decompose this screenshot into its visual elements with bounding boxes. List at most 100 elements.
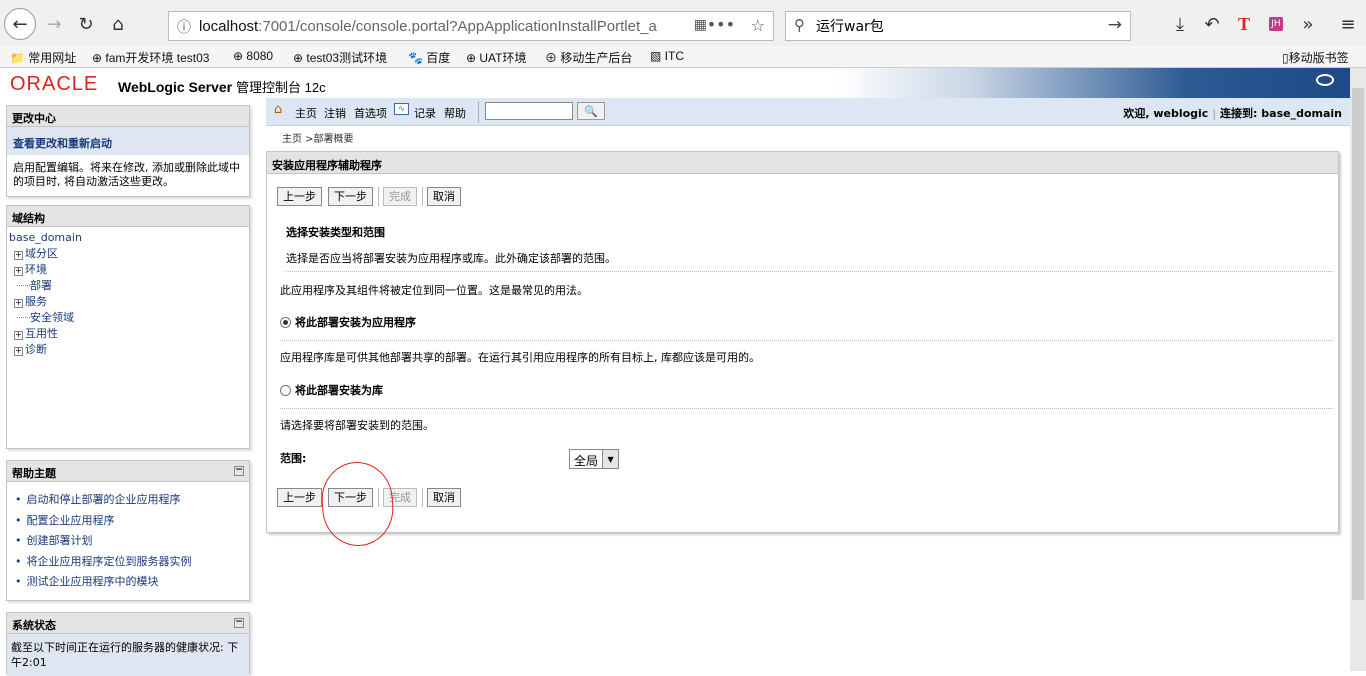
minimize-icon[interactable]: − [234, 618, 244, 628]
url-bar[interactable]: ⓘ localhost:7001/console/console.portal?… [168, 11, 774, 41]
forward-arrow-icon[interactable]: → [40, 10, 68, 38]
change-center-panel: 更改中心 查看更改和重新启动 启用配置编辑。将来在修改, 添加或删除此域中的项目… [6, 105, 250, 197]
info-icon[interactable]: ⓘ [177, 17, 191, 37]
record-link[interactable]: 记录 [414, 105, 436, 121]
preferences-link[interactable]: 首选项 [354, 105, 387, 121]
bookmark-4[interactable]: 🐾 百度 [408, 49, 450, 66]
console-toolbar: ⌂ 主页 注销 首选项 ∿ 记录 帮助 🔍 欢迎, weblogic | 连接到: … [266, 98, 1350, 126]
tree-node-services[interactable]: + 服务 [14, 294, 247, 310]
option-application[interactable]: 将此部署安装为应用程序 [280, 314, 1333, 341]
back-button-bottom[interactable]: 上一步 [277, 488, 322, 507]
tree-node-diagnostics[interactable]: + 诊断 [14, 342, 247, 358]
tree-node-partitions[interactable]: + 域分区 [14, 246, 247, 262]
domain-structure-title: 域结构 [7, 206, 249, 227]
mobile-bookmarks[interactable]: ▯移动版书签 [1282, 49, 1349, 66]
undo-icon[interactable]: ↶ [1198, 10, 1226, 38]
bookmark-7[interactable]: ▧ ITC [650, 49, 684, 63]
scope-value: 全局 [574, 454, 599, 468]
home-icon[interactable]: ⌂ [274, 102, 282, 117]
search-button[interactable]: 🔍 [577, 102, 605, 120]
qr-code-icon[interactable]: ▦ [694, 17, 707, 33]
oracle-o-icon [1316, 74, 1334, 86]
radio-library[interactable] [280, 385, 291, 396]
button-divider [378, 187, 379, 206]
scope-select[interactable]: 全局 ▼ [569, 449, 620, 469]
help-list: 启动和停止部署的企业应用程序 配置企业应用程序 创建部署计划 将企业应用程序定位… [7, 482, 249, 597]
change-center-title: 更改中心 [7, 106, 249, 127]
toolbar-divider [478, 101, 479, 123]
cancel-button-bottom[interactable]: 取消 [427, 488, 461, 507]
help-item[interactable]: 创建部署计划 [15, 531, 241, 552]
menu-icon[interactable]: ≡ [1334, 10, 1362, 38]
bookmark-3[interactable]: ⊕ test03测试环境 [293, 49, 387, 66]
search-input[interactable]: ⚲ 运行war包 → [785, 11, 1131, 41]
view-changes-link[interactable]: 查看更改和重新启动 [7, 127, 249, 155]
bookmark-0[interactable]: 📁 常用网址 [10, 49, 76, 66]
change-center-text: 启用配置编辑。将来在修改, 添加或删除此域中的项目时, 将自动激活这些更改。 [7, 155, 249, 195]
tree-node-deployments[interactable]: 部署 [14, 278, 247, 294]
logout-link[interactable]: 注销 [324, 105, 346, 121]
radio-application[interactable] [280, 317, 291, 328]
next-button[interactable]: 下一步 [328, 187, 373, 206]
domain-structure-panel: 域结构 base_domain + 域分区 + 环境 部署 + 服务 安全领域 + 互用… [6, 205, 250, 449]
chevron-down-icon[interactable]: ▼ [602, 450, 619, 468]
bookmark-2[interactable]: ⊕ 8080 [233, 49, 273, 63]
minimize-icon[interactable]: − [234, 466, 244, 476]
library-description: 应用程序库是可供其他部署共享的部署。在运行其引用应用程序的所有目标上, 库都应该… [280, 351, 760, 364]
home-icon[interactable]: ⌂ [104, 10, 132, 38]
option-library[interactable]: 将此部署安装为库 [280, 382, 1333, 409]
product-title: WebLogic Server 管理控制台 12c [118, 79, 326, 95]
help-topics-title: 帮助主题 − [7, 461, 249, 482]
welcome-text: 欢迎, weblogic | 连接到: base_domain [1123, 107, 1342, 120]
domain-tree: base_domain + 域分区 + 环境 部署 + 服务 安全领域 + 互用性 + 诊… [7, 227, 249, 361]
back-button[interactable]: 上一步 [277, 187, 322, 206]
t-extension-icon[interactable]: T [1230, 10, 1258, 38]
finish-button[interactable]: 完成 [383, 187, 417, 206]
url-text: localhost:7001/console/console.portal?Ap… [199, 17, 657, 35]
help-item[interactable]: 启动和停止部署的企业应用程序 [15, 490, 241, 511]
tree-node-interoperability[interactable]: + 互用性 [14, 326, 247, 342]
tree-node-environment[interactable]: + 环境 [14, 262, 247, 278]
oracle-header: ORACLE WebLogic Server 管理控制台 12c [0, 68, 1350, 98]
download-icon[interactable]: ⤓ [1166, 10, 1194, 38]
system-status-panel: 系统状态 − 截至以下时间正在运行的服务器的健康状况: 下午2:01 [6, 612, 250, 676]
button-divider [422, 187, 423, 206]
scrollbar-thumb[interactable] [1352, 88, 1364, 600]
search-query: 运行war包 [816, 19, 884, 35]
cancel-button[interactable]: 取消 [427, 187, 461, 206]
wizard-title: 安装应用程序辅助程序 [267, 152, 1338, 174]
home-link[interactable]: 主页 [295, 105, 317, 121]
help-topics-panel: 帮助主题− 启动和停止部署的企业应用程序 配置企业应用程序 创建部署计划 将企业… [6, 460, 250, 601]
section-description: 选择是否应当将部署安装为应用程序或库。此外确定该部署的范围。 [286, 250, 1333, 272]
search-icon: ⚲ [794, 16, 805, 34]
console-search-input[interactable] [485, 102, 573, 120]
help-item[interactable]: 测试企业应用程序中的模块 [15, 572, 241, 593]
reload-icon[interactable]: ↻ [72, 10, 100, 38]
system-status-text: 截至以下时间正在运行的服务器的健康状况: 下午2:01 [7, 634, 249, 676]
bookmarks-bar: 📁 常用网址 ⊕ fam开发环境 test03 ⊕ 8080 ⊕ test03测… [0, 46, 1366, 68]
install-wizard-panel: 安装应用程序辅助程序 上一步 下一步 完成 取消 选择安装类型和范围 选择是否应… [266, 151, 1339, 533]
star-icon[interactable]: ☆ [751, 16, 765, 35]
page-scrollbar[interactable] [1350, 68, 1366, 671]
help-item[interactable]: 将企业应用程序定位到服务器实例 [15, 552, 241, 573]
more-dots-icon[interactable]: ••• [707, 15, 735, 34]
help-item[interactable]: 配置企业应用程序 [15, 511, 241, 532]
overflow-chevron-icon[interactable]: » [1294, 10, 1322, 38]
record-icon[interactable]: ∿ [394, 103, 409, 115]
bookmark-6[interactable]: ⊕ 移动生产后台 [545, 49, 632, 66]
jh-extension-icon[interactable]: JH [1262, 10, 1290, 38]
bookmark-5[interactable]: ⊕ UAT环境 [466, 49, 527, 66]
application-description: 此应用程序及其组件将被定位到同一位置。这是最常见的用法。 [280, 284, 588, 297]
section-title: 选择安装类型和范围 [286, 226, 385, 239]
bookmark-1[interactable]: ⊕ fam开发环境 test03 [92, 49, 209, 66]
scope-label: 范围: [280, 452, 307, 465]
go-arrow-icon[interactable]: → [1108, 15, 1122, 35]
oracle-logo: ORACLE [10, 73, 99, 95]
breadcrumb[interactable]: 主页 >部署概要 [282, 130, 354, 145]
back-arrow-icon[interactable]: ← [4, 8, 36, 40]
help-link[interactable]: 帮助 [444, 105, 466, 121]
tree-root[interactable]: base_domain [9, 230, 247, 246]
scope-description: 请选择要将部署安装到的范围。 [280, 419, 434, 432]
tree-node-security-realms[interactable]: 安全领域 [14, 310, 247, 326]
system-status-title: 系统状态 − [7, 613, 249, 634]
